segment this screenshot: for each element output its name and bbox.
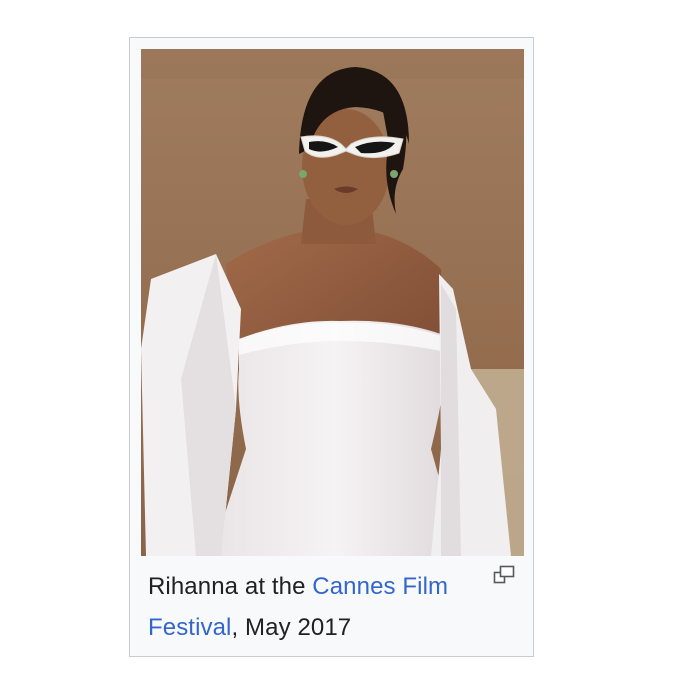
caption-text-prefix: Rihanna at the: [148, 573, 313, 600]
image-thumbnail-frame: Rihanna at the Cannes Film Festival, May…: [129, 37, 534, 657]
magnify-clip-icon[interactable]: [491, 563, 517, 587]
caption-text-suffix: , May 2017: [231, 614, 352, 641]
thumbnail-image-link[interactable]: [141, 49, 524, 556]
rihanna-photo: [141, 49, 524, 556]
image-caption: Rihanna at the Cannes Film Festival, May…: [148, 566, 478, 648]
